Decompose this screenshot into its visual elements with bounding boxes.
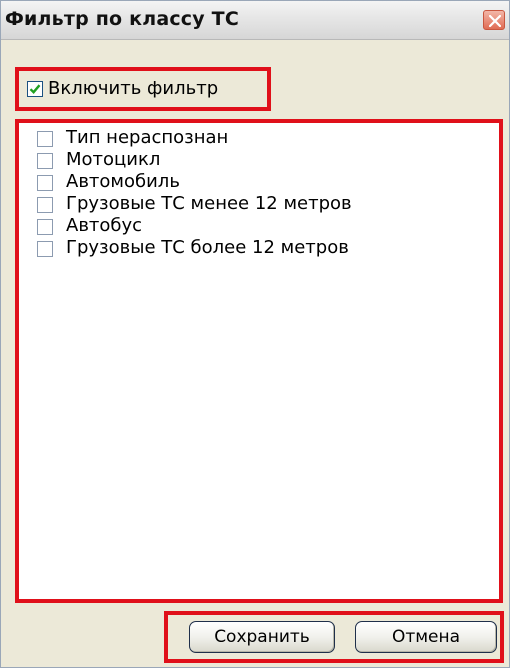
list-item-checkbox[interactable]: [37, 197, 53, 213]
list-item-checkbox[interactable]: [37, 219, 53, 235]
list-item-checkbox[interactable]: [37, 153, 53, 169]
list-item-label: Грузовые ТС более 12 метров: [66, 237, 349, 258]
save-button[interactable]: Сохранить: [189, 621, 335, 653]
list-item[interactable]: Автомобиль: [19, 171, 489, 192]
window-title: Фильтр по классу ТС: [5, 8, 239, 30]
filter-dialog: Фильтр по классу ТС Включить фильтр Тип …: [0, 0, 510, 668]
title-bar: Фильтр по классу ТС: [1, 1, 509, 40]
enable-filter-checkbox[interactable]: [27, 81, 43, 97]
list-item-label: Тип нераспознан: [66, 127, 229, 148]
enable-filter-label: Включить фильтр: [48, 78, 219, 99]
checkmark-icon: [29, 84, 41, 94]
list-item[interactable]: Грузовые ТС менее 12 метров: [19, 193, 489, 214]
close-icon: [489, 15, 501, 27]
list-item[interactable]: Мотоцикл: [19, 149, 489, 170]
list-item-label: Автомобиль: [66, 171, 180, 192]
list-item-label: Мотоцикл: [66, 149, 161, 170]
list-item-label: Автобус: [66, 215, 143, 236]
list-item-label: Грузовые ТС менее 12 метров: [66, 193, 352, 214]
list-item[interactable]: Грузовые ТС более 12 метров: [19, 237, 489, 258]
list-item-checkbox[interactable]: [37, 175, 53, 191]
list-item-checkbox[interactable]: [37, 131, 53, 147]
list-item[interactable]: Автобус: [19, 215, 489, 236]
list-item[interactable]: Тип нераспознан: [19, 127, 489, 148]
cancel-button[interactable]: Отмена: [355, 621, 497, 653]
vehicle-class-list: Тип нераспознан Мотоцикл Автомобиль Груз…: [19, 123, 499, 599]
close-button[interactable]: [483, 10, 505, 30]
list-item-checkbox[interactable]: [37, 241, 53, 257]
